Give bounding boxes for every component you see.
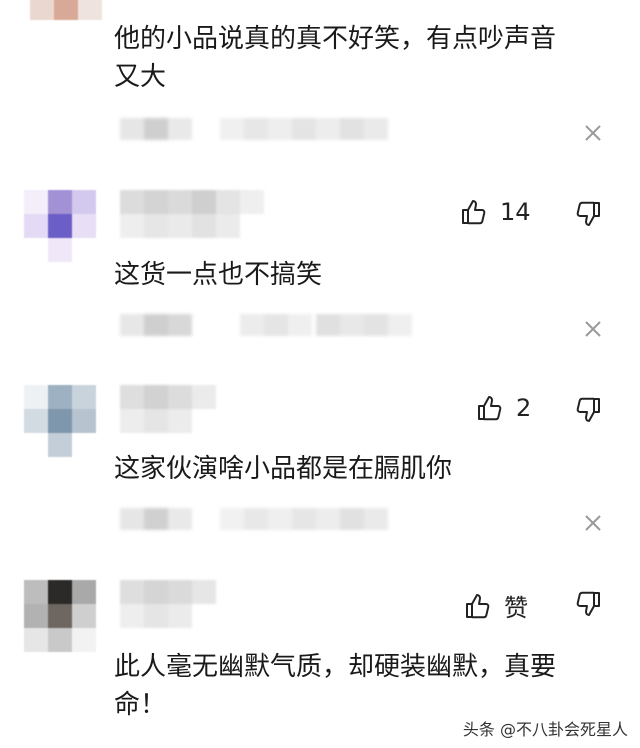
thumbs-down-icon[interactable]: [574, 396, 602, 424]
avatar[interactable]: [24, 190, 96, 262]
reply-meta: [120, 118, 390, 140]
comment-text: 他的小品说真的真不好笑，有点吵声音 又大: [114, 24, 557, 92]
avatar[interactable]: [30, 0, 102, 20]
avatar[interactable]: [24, 580, 96, 652]
like-label: 赞: [504, 594, 528, 622]
like-button[interactable]: 2: [476, 394, 531, 422]
reply-meta: [120, 314, 415, 336]
username[interactable]: [120, 580, 220, 628]
like-button[interactable]: 14: [460, 198, 531, 226]
username[interactable]: [120, 385, 220, 433]
watermark: 头条 @不八卦会死星人: [462, 720, 628, 739]
username[interactable]: [120, 190, 270, 238]
comment-text: 这货一点也不搞笑: [114, 260, 323, 290]
like-count: 2: [516, 394, 532, 422]
avatar[interactable]: [24, 385, 96, 457]
thumbs-up-icon: [478, 396, 502, 421]
comment-text: 此人毫无幽默气质，却硬装幽默，真要 命！: [114, 652, 557, 720]
thumbs-up-icon: [466, 593, 490, 618]
close-icon[interactable]: [582, 318, 604, 340]
comment-text: 这家伙演啥小品都是在膈肌你: [114, 454, 453, 484]
thumbs-up-icon: [462, 200, 486, 225]
thumbs-down-icon[interactable]: [574, 200, 602, 228]
close-icon[interactable]: [582, 122, 604, 144]
like-count: 14: [500, 198, 531, 226]
thumbs-down-icon[interactable]: [574, 590, 602, 618]
reply-meta: [120, 508, 390, 530]
close-icon[interactable]: [582, 512, 604, 534]
like-button[interactable]: 赞: [464, 588, 528, 623]
